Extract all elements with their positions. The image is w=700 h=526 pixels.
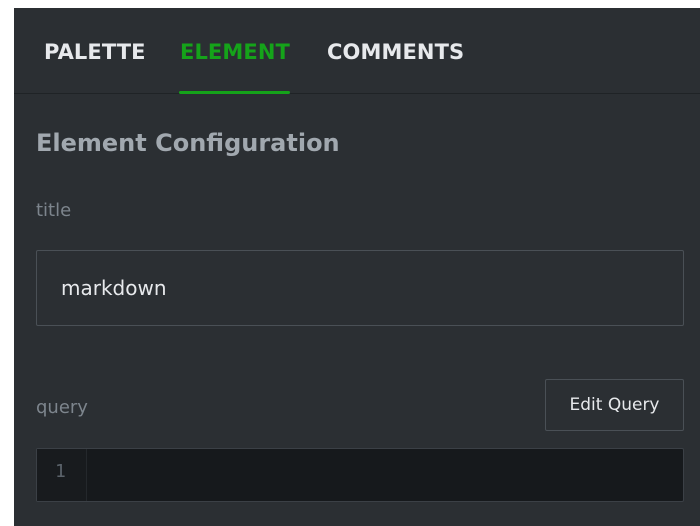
- line-number: 1: [55, 461, 66, 482]
- sidebar-panel: PALETTE ELEMENT COMMENTS Element Configu…: [0, 0, 700, 526]
- tab-element[interactable]: ELEMENT: [180, 40, 290, 64]
- edit-query-button[interactable]: Edit Query: [545, 379, 684, 431]
- active-tab-indicator: [179, 91, 290, 94]
- query-code-editor[interactable]: 1: [36, 448, 684, 502]
- title-field-label: title: [36, 200, 72, 221]
- title-input[interactable]: [36, 250, 684, 326]
- tab-bar: PALETTE ELEMENT COMMENTS: [14, 8, 700, 94]
- section-title: Element Configuration: [36, 129, 340, 157]
- line-number-gutter: 1: [37, 449, 87, 501]
- element-config-panel: PALETTE ELEMENT COMMENTS Element Configu…: [14, 8, 700, 526]
- tab-palette[interactable]: PALETTE: [44, 40, 146, 64]
- query-code-area[interactable]: [87, 449, 683, 501]
- tab-comments[interactable]: COMMENTS: [327, 40, 464, 64]
- query-field-label: query: [36, 397, 88, 418]
